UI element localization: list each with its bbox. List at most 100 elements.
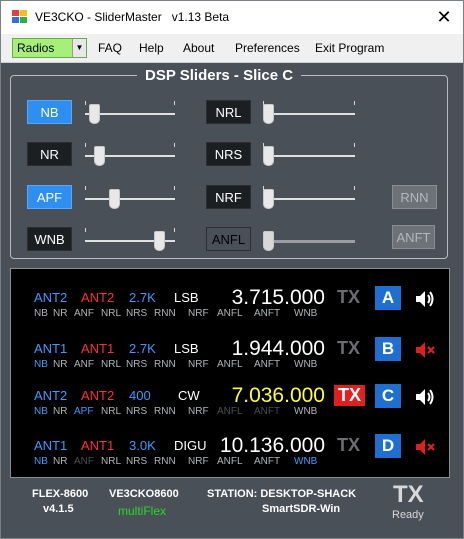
menu-faq[interactable]: FAQ <box>98 41 122 55</box>
app-name: VE3CKO - SliderMaster <box>35 10 162 24</box>
radio-callsign: VE3CKO8600 <box>109 488 179 500</box>
nr-button[interactable]: NR <box>27 142 72 166</box>
menu-preferences[interactable]: Preferences <box>235 41 300 55</box>
nrl-button[interactable]: NRL <box>206 100 251 124</box>
speaker-icon[interactable] <box>414 387 436 407</box>
slice-d-flag-nrf: NRF <box>188 456 209 467</box>
slice-d-flag-rnn: RNN <box>154 456 176 467</box>
chevron-down-icon[interactable]: ▼ <box>72 39 86 57</box>
nrl-slider-track[interactable] <box>263 113 355 115</box>
slice-b-letter-badge[interactable]: B <box>375 337 401 361</box>
nrs-button[interactable]: NRS <box>206 142 251 166</box>
slice-a-flag-rnn: RNN <box>154 308 176 319</box>
app-version: v1.13 Beta <box>171 10 230 24</box>
nrs-slider-thumb[interactable] <box>263 146 274 166</box>
radios-dropdown[interactable]: Radios ▼ <box>12 38 87 58</box>
speaker-icon[interactable] <box>414 289 436 309</box>
speaker-muted-icon[interactable] <box>414 437 436 457</box>
slice-d-tx-button[interactable]: TX <box>337 435 360 456</box>
status-footer: FLEX-8600 v4.1.5 VE3CKO8600 multiFlex ST… <box>10 479 450 527</box>
anfl-slider-thumb[interactable] <box>263 231 274 251</box>
tx-status: Ready <box>392 509 424 521</box>
slice-a-bandwidth[interactable]: 2.7K <box>129 290 156 305</box>
slice-c-rx-antenna[interactable]: ANT2 <box>34 388 67 403</box>
apf-slider-ticks <box>85 186 175 190</box>
slice-b-bandwidth[interactable]: 2.7K <box>129 341 156 356</box>
slice-c-frequency[interactable]: 7.036.000 <box>232 384 325 408</box>
multiflex-status: multiFlex <box>118 504 167 518</box>
slice-panel: ANT2 ANT2 2.7K LSB NB NR ANF NRL NRS RNN NRF ANFL AN… <box>10 268 450 478</box>
slice-d-bandwidth[interactable]: 3.0K <box>129 438 156 453</box>
slice-c-flag-rnn: RNN <box>154 406 176 417</box>
slice-d-letter-badge[interactable]: D <box>375 434 401 458</box>
slice-a-letter-badge[interactable]: A <box>375 286 401 310</box>
slice-c-tx-button[interactable]: TX <box>334 385 366 406</box>
slice-a-tx-antenna[interactable]: ANT2 <box>81 290 114 305</box>
slice-a-rx-antenna[interactable]: ANT2 <box>34 290 67 305</box>
slice-b-frequency[interactable]: 1.944.000 <box>232 337 325 361</box>
slice-d-frequency[interactable]: 10.136.000 <box>220 434 325 458</box>
wnb-slider-thumb[interactable] <box>154 231 165 251</box>
slice-d-flag-nr: NR <box>53 456 68 467</box>
menu-exit-program[interactable]: Exit Program <box>315 41 384 55</box>
slice-c-letter-badge[interactable]: C <box>375 384 401 408</box>
slice-c-bandwidth[interactable]: 400 <box>129 388 151 403</box>
dsp-panel-title: DSP Sliders - Slice C <box>137 67 302 84</box>
slice-row: ANT2 ANT2 400 CW NB NR APF NRL NRS RNN NRF ANFL ANFT… <box>11 379 451 429</box>
slice-c-tx-antenna[interactable]: ANT2 <box>81 388 114 403</box>
nrl-slider-thumb[interactable] <box>263 104 274 124</box>
nr-slider-thumb[interactable] <box>94 146 105 166</box>
slice-b-flag-nrf: NRF <box>188 359 209 370</box>
slice-d-rx-antenna[interactable]: ANT1 <box>34 438 67 453</box>
nrf-slider-track[interactable] <box>263 198 355 200</box>
slice-d-mode[interactable]: DIGU <box>174 438 207 453</box>
slice-b-tx-antenna[interactable]: ANT1 <box>81 341 114 356</box>
speaker-muted-icon[interactable] <box>414 340 436 360</box>
nb-slider-thumb[interactable] <box>89 104 100 124</box>
rnn-button[interactable]: RNN <box>392 185 437 209</box>
slice-b-rx-antenna[interactable]: ANT1 <box>34 341 67 356</box>
slice-a-flag-anf: ANF <box>74 308 94 319</box>
slice-a-flag-nrs: NRS <box>126 308 148 319</box>
apf-slider-track[interactable] <box>85 198 175 200</box>
slice-a-flag-nr: NR <box>53 308 68 319</box>
anfl-slider-track[interactable] <box>263 240 355 243</box>
anfl-button[interactable]: ANFL <box>206 227 251 251</box>
nrf-slider-ticks <box>263 186 355 190</box>
radios-dropdown-value: Radios <box>17 41 55 55</box>
window-title: VE3CKO - SliderMaster v1.13 Beta <box>35 10 229 24</box>
slice-b-flag-nrl: NRL <box>101 359 122 370</box>
nrf-button[interactable]: NRF <box>206 185 251 209</box>
apf-slider-thumb[interactable] <box>109 189 120 209</box>
apf-button[interactable]: APF <box>27 185 72 209</box>
slice-c-flag-apf: APF <box>74 406 94 417</box>
slice-a-frequency[interactable]: 3.715.000 <box>232 286 325 310</box>
nrs-slider-track[interactable] <box>263 155 355 157</box>
slice-c-flag-nb: NB <box>34 406 48 417</box>
slice-b-flag-anf: ANF <box>74 359 94 370</box>
menu-bar: Radios ▼ FAQ Help About Preferences Exit… <box>1 34 463 63</box>
close-button[interactable]: ✕ <box>431 5 457 29</box>
nb-button[interactable]: NB <box>27 100 72 124</box>
slice-b-tx-button[interactable]: TX <box>337 338 360 359</box>
slice-c-mode[interactable]: CW <box>178 388 200 403</box>
wnb-button[interactable]: WNB <box>27 227 72 251</box>
menu-about[interactable]: About <box>183 41 214 55</box>
slice-d-flag-nrl: NRL <box>101 456 122 467</box>
slice-d-flag-nrs: NRS <box>126 456 148 467</box>
menu-help[interactable]: Help <box>139 41 164 55</box>
slice-a-tx-button[interactable]: TX <box>337 287 360 308</box>
anft-button[interactable]: ANFT <box>392 225 435 249</box>
slice-c-flag-nr: NR <box>53 406 68 417</box>
slice-b-flag-nb: NB <box>34 359 48 370</box>
slice-c-flag-nrs: NRS <box>126 406 148 417</box>
radio-version: v4.1.5 <box>43 503 74 515</box>
tx-indicator: TX <box>393 481 424 508</box>
station-name: STATION: DESKTOP-SHACK <box>207 488 357 500</box>
nrf-slider-thumb[interactable] <box>263 189 274 209</box>
slice-d-tx-antenna[interactable]: ANT1 <box>81 438 114 453</box>
slice-b-flag-nrs: NRS <box>126 359 148 370</box>
slice-a-mode[interactable]: LSB <box>174 290 199 305</box>
title-bar: VE3CKO - SliderMaster v1.13 Beta ✕ <box>1 1 463 34</box>
slice-b-mode[interactable]: LSB <box>174 341 199 356</box>
